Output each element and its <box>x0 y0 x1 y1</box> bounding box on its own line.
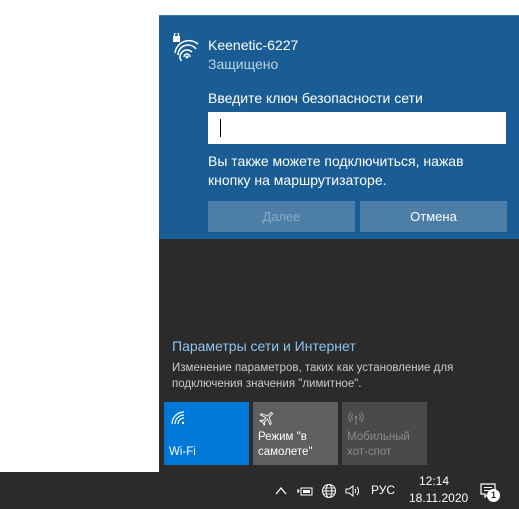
network-status: Защищено <box>208 56 279 72</box>
network-flyout: Keenetic-6227 Защищено Введите ключ безо… <box>159 15 519 472</box>
text-caret <box>220 119 221 137</box>
airplane-tile-label: Режим "в самолете" <box>258 431 313 458</box>
network-name: Keenetic-6227 <box>208 37 299 53</box>
clock-time[interactable]: 12:14 <box>419 474 449 488</box>
network-settings-description: Изменение параметров, таких как установл… <box>172 362 454 390</box>
input-language[interactable]: РУС <box>371 483 395 497</box>
wifi-tile-label: Wi-Fi <box>169 446 196 458</box>
router-hint-text: Вы также можете подключиться, нажав кноп… <box>208 153 464 188</box>
mobile-hotspot-tile[interactable]: Мобильный хот-спот <box>342 402 427 465</box>
security-key-input[interactable] <box>208 112 506 144</box>
hotspot-icon <box>348 411 364 425</box>
wifi-tile[interactable]: Wi-Fi <box>164 402 249 465</box>
security-key-label: Введите ключ безопасности сети <box>208 90 423 106</box>
next-button[interactable]: Далее <box>208 201 355 232</box>
hotspot-tile-label: Мобильный хот-спот <box>347 431 410 458</box>
network-card[interactable]: Keenetic-6227 Защищено Введите ключ безо… <box>159 15 519 239</box>
notification-count-badge: 1 <box>487 489 500 502</box>
cancel-button[interactable]: Отмена <box>360 201 507 232</box>
wifi-icon <box>171 411 185 425</box>
network-settings-link[interactable]: Параметры сети и Интернет <box>172 338 356 354</box>
airplane-mode-tile[interactable]: Режим "в самолете" <box>253 402 338 465</box>
taskbar: РУС 12:14 18.11.2020 1 <box>0 472 519 509</box>
airplane-icon <box>259 411 274 426</box>
globe-network-icon[interactable] <box>321 483 337 499</box>
speaker-icon[interactable] <box>344 483 360 499</box>
battery-plugged-icon[interactable] <box>297 483 313 499</box>
clock-date[interactable]: 18.11.2020 <box>409 491 468 505</box>
wifi-secured-icon <box>173 33 199 61</box>
chevron-up-icon[interactable] <box>273 483 289 499</box>
